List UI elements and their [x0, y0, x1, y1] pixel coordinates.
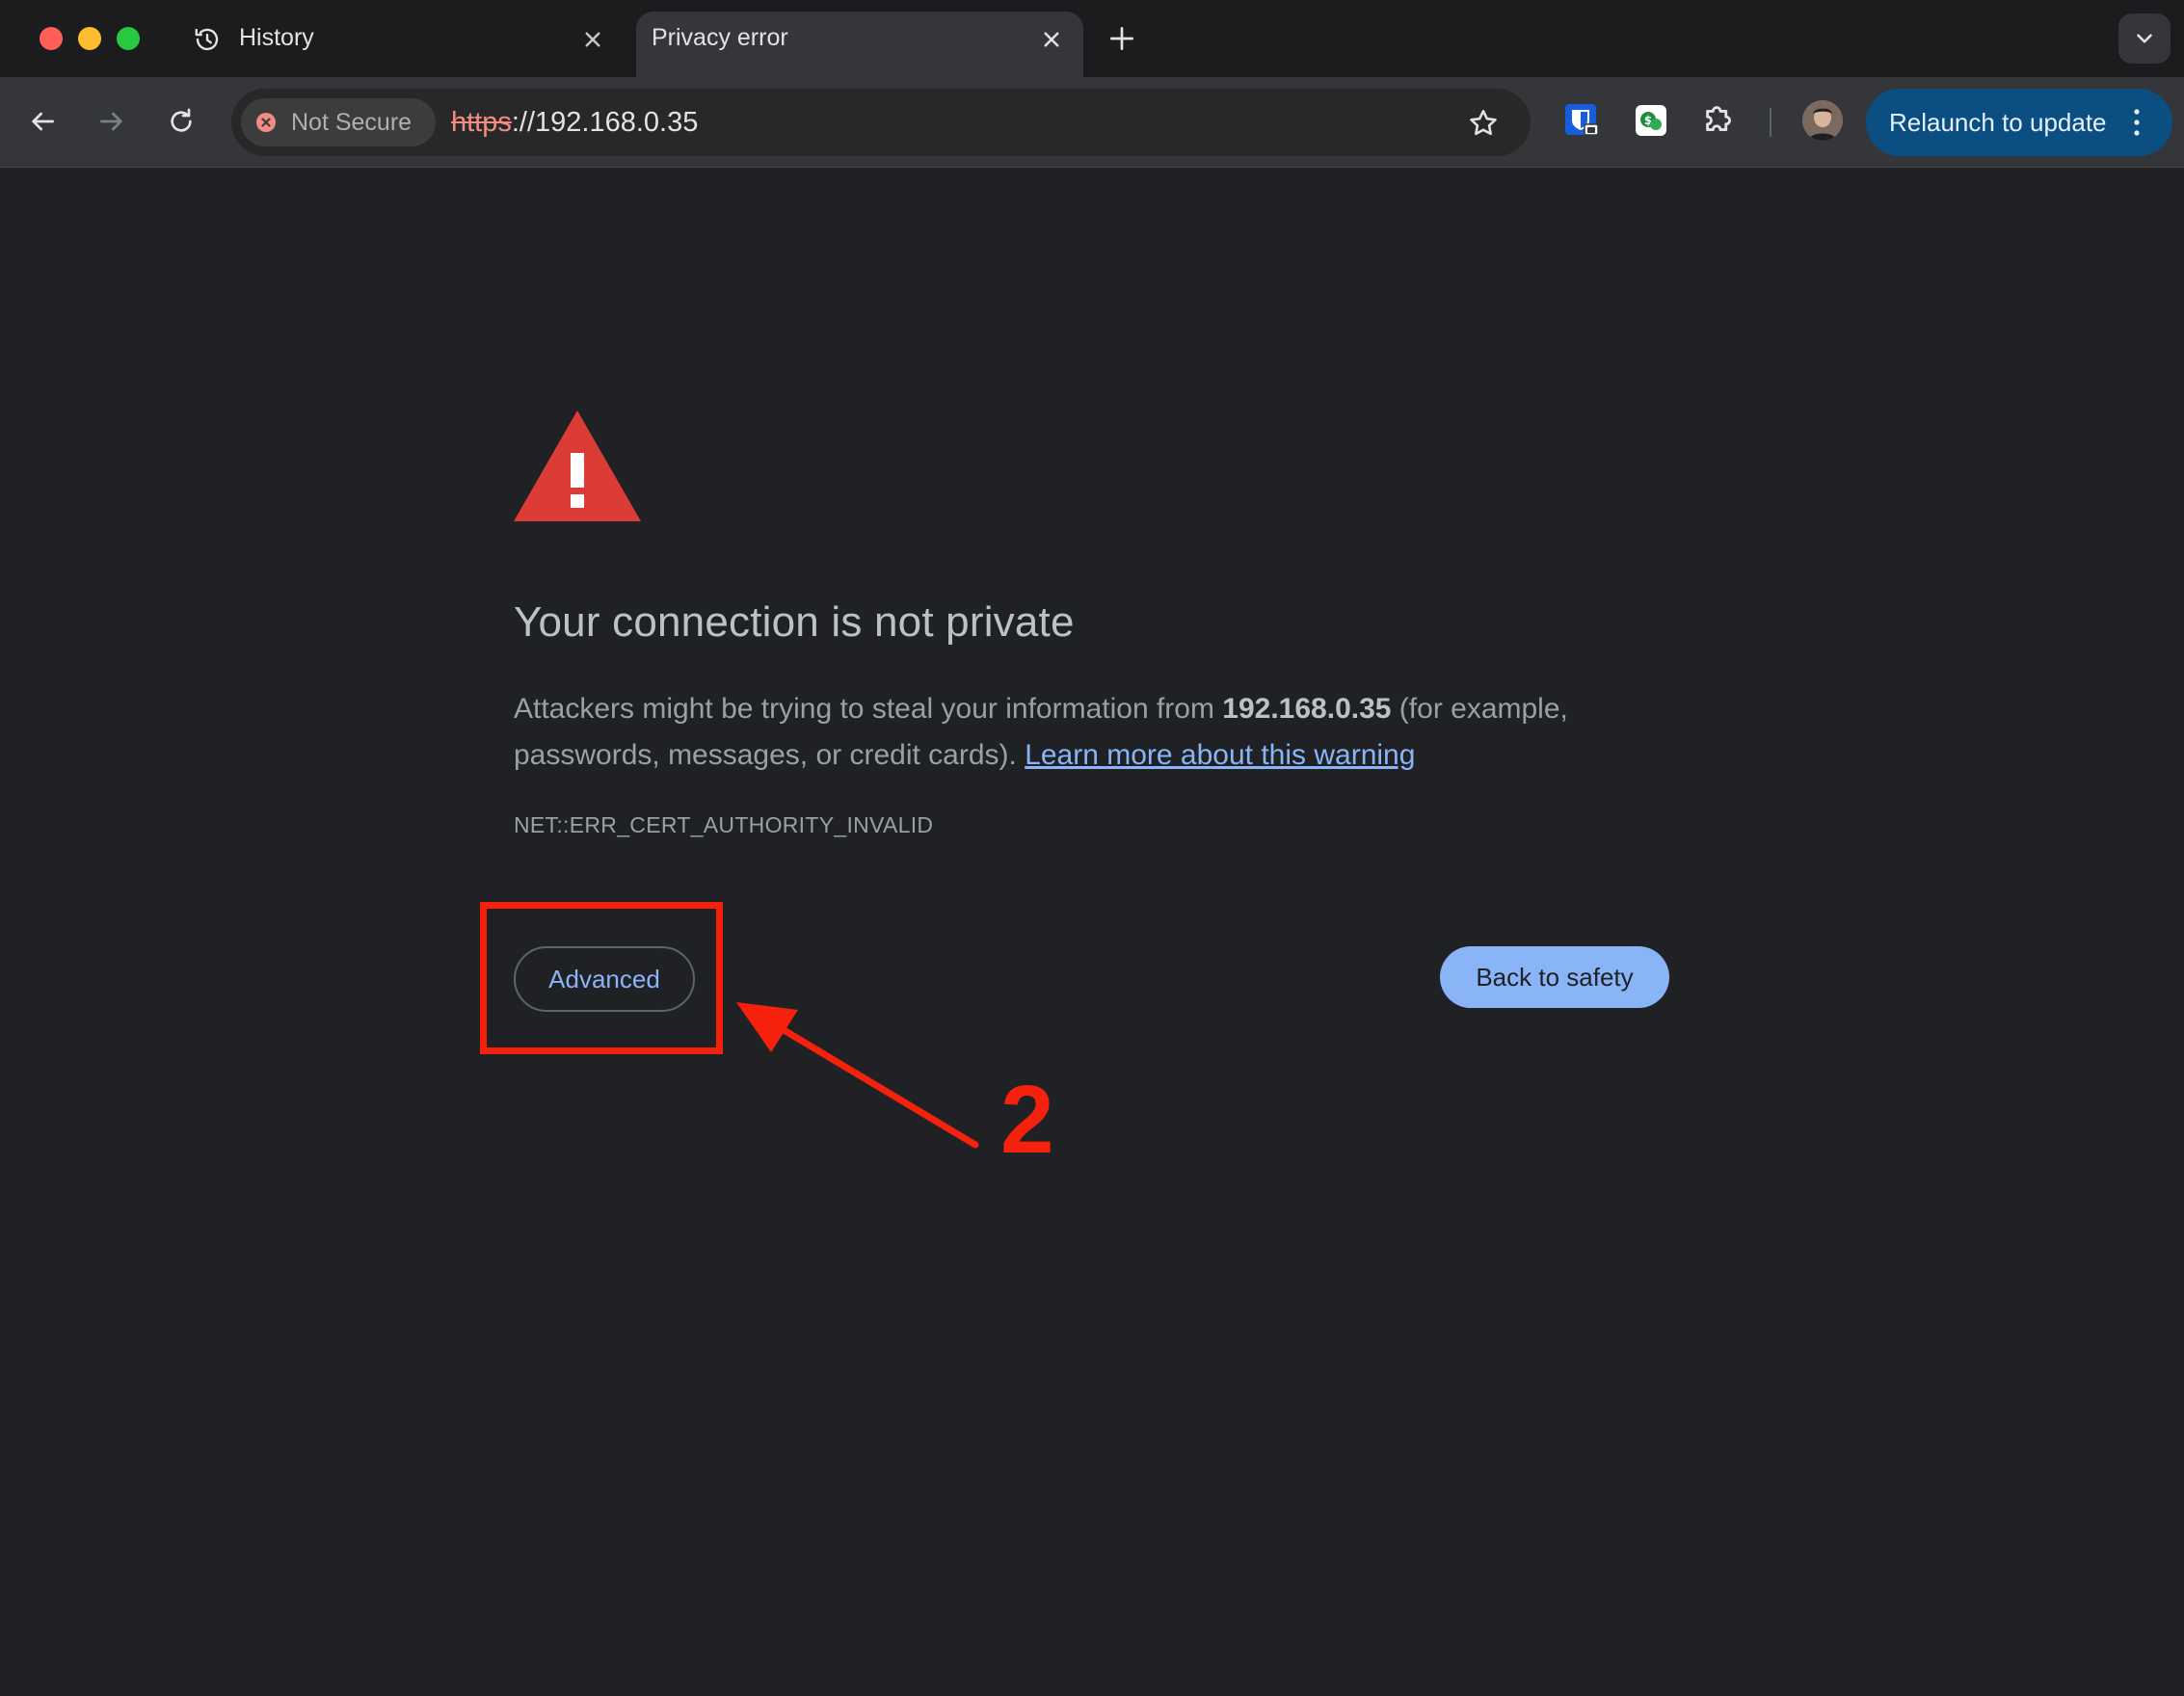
url-text[interactable]: https://192.168.0.35 — [451, 107, 698, 139]
tab-strip: History Privacy error — [0, 0, 2184, 77]
host-name: 192.168.0.35 — [1222, 693, 1392, 725]
toolbar-divider — [1770, 108, 1771, 137]
back-button[interactable] — [19, 98, 66, 145]
reload-button[interactable] — [158, 98, 204, 145]
highlight-box — [480, 902, 723, 1054]
relaunch-label: Relaunch to update — [1889, 108, 2107, 137]
description-text: Attackers might be trying to steal your … — [514, 693, 1223, 725]
tab-privacy-error[interactable]: Privacy error — [636, 12, 1083, 77]
star-icon[interactable] — [1467, 107, 1500, 140]
page-content: Your connection is not private Attackers… — [0, 169, 2184, 1696]
relaunch-to-update-button[interactable]: Relaunch to update — [1866, 89, 2172, 156]
profile-avatar-icon — [1802, 100, 1843, 141]
arrow-right-icon — [100, 112, 122, 131]
reload-icon — [171, 108, 192, 132]
new-tab-icon[interactable] — [1106, 23, 1137, 54]
page-title: Your connection is not private — [514, 598, 1075, 646]
tab-title: Privacy error — [652, 24, 788, 51]
maximize-window-button[interactable] — [117, 27, 140, 50]
security-chip[interactable]: Not Secure — [241, 98, 436, 146]
error-code: NET::ERR_CERT_AUTHORITY_INVALID — [514, 812, 934, 837]
toolbar: Not Secure https://192.168.0.35 $ Relaun… — [0, 77, 2184, 168]
extensions-puzzle-icon[interactable] — [1698, 98, 1743, 143]
browser-window: History Privacy error Not Secure https:/… — [0, 0, 2184, 1696]
url-host: ://192.168.0.35 — [511, 107, 699, 138]
back-to-safety-button[interactable]: Back to safety — [1440, 946, 1669, 1008]
money-extension-icon[interactable]: $ — [1629, 98, 1673, 143]
close-tab-icon[interactable] — [578, 25, 607, 54]
annotation-arrow-icon — [736, 1002, 979, 1149]
close-tab-icon[interactable] — [1037, 25, 1066, 54]
avatar[interactable] — [1802, 100, 1843, 141]
close-window-button[interactable] — [40, 27, 63, 50]
url-scheme: https — [451, 107, 512, 138]
chevron-down-icon — [2137, 34, 2152, 43]
security-label: Not Secure — [291, 109, 413, 136]
not-secure-icon — [256, 113, 276, 132]
learn-more-link[interactable]: Learn more about this warning — [1025, 739, 1415, 771]
more-vert-icon — [2134, 109, 2140, 136]
arrow-left-icon — [32, 112, 54, 131]
minimize-window-button[interactable] — [78, 27, 101, 50]
tab-title: History — [239, 24, 314, 51]
tab-history[interactable]: History — [173, 12, 617, 77]
bitwarden-extension-icon[interactable] — [1559, 98, 1604, 143]
history-icon — [195, 28, 219, 51]
warning-triangle-icon — [514, 411, 641, 521]
step-number: 2 — [1000, 1066, 1054, 1174]
warning-description: Attackers might be trying to steal your … — [514, 686, 1670, 779]
forward-button[interactable] — [89, 98, 135, 145]
address-bar[interactable]: Not Secure https://192.168.0.35 — [231, 89, 1531, 156]
tab-search-button[interactable] — [2118, 13, 2171, 64]
